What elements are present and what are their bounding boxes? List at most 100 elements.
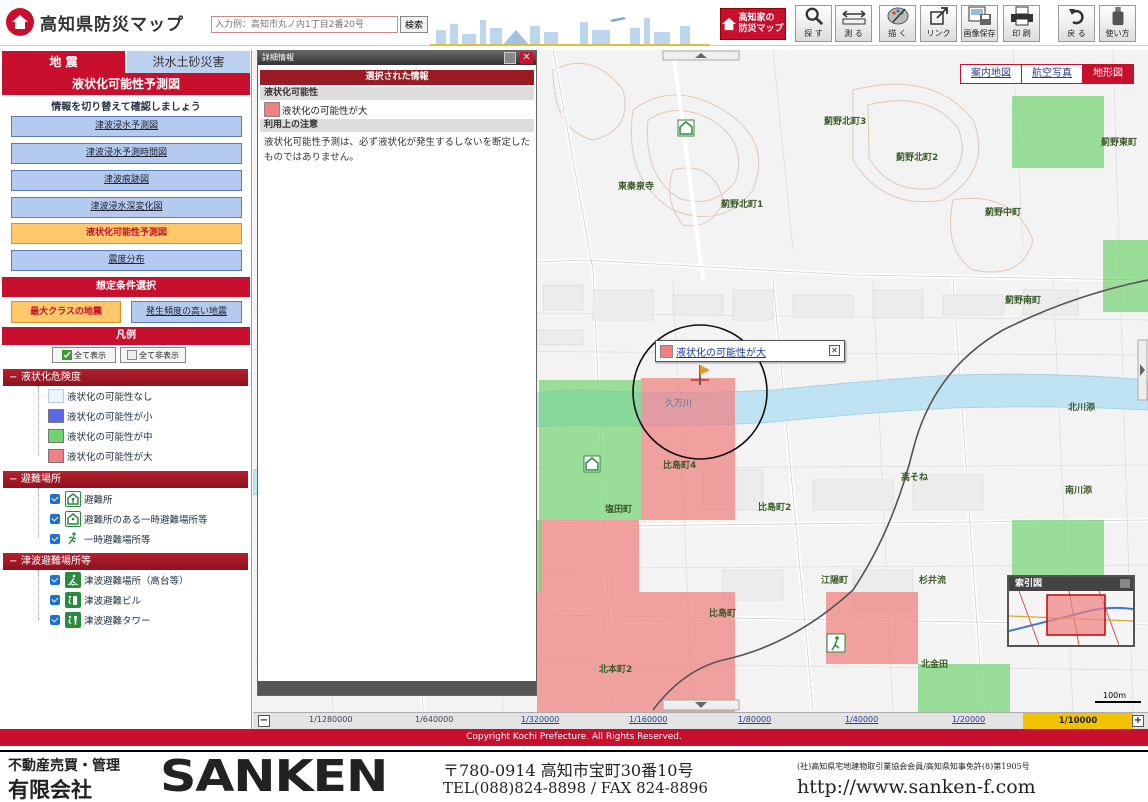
detail-window-title: 詳細情報 xyxy=(262,53,294,62)
selected-info-header: 選択された情報 xyxy=(260,70,534,85)
map-type-terrain[interactable]: 地形図 xyxy=(1082,65,1133,83)
map-button-tsunami-trace[interactable]: 津波痕跡図 xyxy=(11,170,242,191)
layer-checkbox[interactable] xyxy=(50,595,60,605)
detail-footer xyxy=(258,681,536,695)
layer-tsunami-high-ground[interactable]: 津波避難場所（高台等） xyxy=(50,571,189,589)
tool-label: 描 く xyxy=(888,29,907,38)
collapse-icon[interactable]: − xyxy=(9,553,17,570)
layer-checkbox[interactable] xyxy=(50,615,60,625)
layer-label: 津波避難タワー xyxy=(84,616,151,627)
tool-label: 探 す xyxy=(804,29,823,38)
usage-note-label: 利用上の注意 xyxy=(260,119,534,132)
legend-group-shelters[interactable]: − 避難場所 xyxy=(3,471,248,488)
condition-high-frequency-button[interactable]: 発生頻度の高い地震 xyxy=(131,301,242,323)
collapse-icon[interactable]: − xyxy=(9,369,17,386)
draw-tool-button[interactable]: 描 く xyxy=(879,5,916,42)
place-name: 比島町 xyxy=(709,607,736,619)
search-button[interactable]: 検索 xyxy=(400,16,428,33)
place-name: 薊野北町2 xyxy=(895,151,938,163)
app-logo[interactable]: 高知県防災マップ xyxy=(6,8,184,36)
ruler-icon xyxy=(842,10,865,25)
layer-temporary-area[interactable]: 一時避難場所等 xyxy=(50,530,151,548)
legend-group-tsunami[interactable]: − 津波避難場所等 xyxy=(3,553,248,570)
scale-1-160000[interactable]: 1/160000 xyxy=(629,715,667,724)
layer-checkbox[interactable] xyxy=(50,494,60,504)
show-all-button[interactable]: 全て表示 xyxy=(52,347,116,363)
app-header: 高知県防災マップ 検索 高知家の防災マップ 探 す 測 る 描 く リンク xyxy=(0,0,1148,46)
swatch-high xyxy=(48,449,64,463)
scale-1-40000[interactable]: 1/40000 xyxy=(845,715,878,724)
map-button-tsunami-inundation[interactable]: 津波浸水予測図 xyxy=(11,116,242,137)
place-name: 薊野東町 xyxy=(1100,136,1137,148)
overview-viewport[interactable] xyxy=(1046,594,1106,636)
shelter-temporary-icon xyxy=(65,511,81,527)
hide-all-button[interactable]: 全て非表示 xyxy=(120,347,186,363)
group-title: 津波避難場所等 xyxy=(21,556,91,567)
layer-label: 一時避難場所等 xyxy=(84,535,151,546)
overview-title: 索引図 xyxy=(1015,579,1043,589)
map-type-aerial[interactable]: 航空写真 xyxy=(1021,65,1082,83)
condition-max-class-button[interactable]: 最大クラスの地震 xyxy=(11,301,121,323)
empty-box-icon xyxy=(127,350,137,360)
layer-tsunami-building[interactable]: 津波避難ビル xyxy=(50,591,141,609)
overview-canvas[interactable] xyxy=(1008,590,1134,646)
legend-label: 液状化の可能性が中 xyxy=(67,432,153,443)
layer-checkbox[interactable] xyxy=(50,514,60,524)
zoom-in-button[interactable]: + xyxy=(1132,715,1144,727)
map-type-guide[interactable]: 案内地図 xyxy=(961,65,1021,83)
search-tool-button[interactable]: 探 す xyxy=(795,5,832,42)
scale-1-1280000[interactable]: 1/1280000 xyxy=(309,715,352,724)
map-evacuation-runner-icon[interactable] xyxy=(826,633,846,653)
measure-tool-button[interactable]: 測 る xyxy=(835,5,872,42)
layer-shelter[interactable]: 避難所 xyxy=(50,490,113,508)
minimize-icon[interactable] xyxy=(1120,579,1130,588)
layer-checkbox[interactable] xyxy=(50,575,60,585)
map-button-tsunami-time[interactable]: 津波浸水予測時間図 xyxy=(11,143,242,164)
tab-earthquake[interactable]: 地 震 xyxy=(2,51,125,73)
evacuation-runner-icon xyxy=(65,531,81,547)
minimize-icon[interactable] xyxy=(504,52,516,64)
ad-license: (社)高知県宅地建物取引業協会会員/高知県知事免許(8)第1905号 xyxy=(797,762,1030,771)
map-button-liquefaction[interactable]: 液状化可能性予測図 xyxy=(11,223,242,244)
scale-1-320000[interactable]: 1/320000 xyxy=(521,715,559,724)
map-shelter-icon[interactable] xyxy=(583,455,601,473)
overview-title-bar: 索引図 xyxy=(1009,577,1133,591)
save-image-tool-button[interactable]: 画像保存 xyxy=(961,5,998,42)
zoom-out-button[interactable]: − xyxy=(258,715,270,727)
layer-checkbox[interactable] xyxy=(50,534,60,544)
palette-icon xyxy=(887,7,908,25)
overview-map[interactable]: 索引図 xyxy=(1007,575,1135,647)
place-name: 薊野中町 xyxy=(984,206,1021,218)
feature-popup[interactable]: 液状化の可能性が大 ✕ xyxy=(655,340,845,362)
home-disaster-map-button[interactable]: 高知家の 防災マップ xyxy=(720,8,786,40)
close-icon[interactable]: ✕ xyxy=(829,345,840,356)
scale-1-80000[interactable]: 1/80000 xyxy=(738,715,771,724)
link-tool-button[interactable]: リンク xyxy=(920,5,957,42)
layer-tsunami-tower[interactable]: 津波避難タワー xyxy=(50,611,151,629)
home-map-line2: 防災マップ xyxy=(738,24,784,34)
scale-current[interactable]: 1/10000 xyxy=(1023,713,1133,730)
place-name: 北川添 xyxy=(1068,401,1096,413)
liquefaction-value-row: 液状化の可能性が大 xyxy=(264,102,530,117)
legend-label: 液状化の可能性なし xyxy=(67,392,153,403)
print-tool-button[interactable]: 印 刷 xyxy=(1003,5,1040,42)
map-shelter-icon[interactable] xyxy=(677,119,695,137)
back-tool-button[interactable]: 戻 る xyxy=(1058,5,1095,42)
close-icon[interactable]: ✕ xyxy=(520,52,533,64)
popup-link[interactable]: 液状化の可能性が大 xyxy=(676,344,766,359)
home-logo-icon xyxy=(6,8,34,36)
ad-url[interactable]: http://www.sanken-f.com xyxy=(797,776,1036,798)
detail-info-window: 詳細情報 ✕ 選択された情報 液状化可能性 液状化の可能性が大 利用上の注意 液… xyxy=(257,50,537,696)
collapse-icon[interactable]: − xyxy=(9,471,17,488)
layer-shelter-temporary[interactable]: 避難所のある一時避難場所等 xyxy=(50,510,208,528)
scale-1-640000[interactable]: 1/640000 xyxy=(415,715,453,724)
detail-titlebar[interactable]: 詳細情報 ✕ xyxy=(258,51,536,65)
advertisement-banner[interactable]: 不動産売買・管理 有限会社 SANKEN 〒780-0914 高知市宝町30番1… xyxy=(0,750,1148,802)
tab-flood-landslide[interactable]: 洪水土砂災害 xyxy=(127,51,250,73)
map-button-tsunami-depth-change[interactable]: 津波浸水深変化図 xyxy=(11,197,242,218)
scale-1-20000[interactable]: 1/20000 xyxy=(952,715,985,724)
address-search-input[interactable] xyxy=(211,16,398,33)
legend-group-liquefaction[interactable]: − 液状化危険度 xyxy=(3,369,248,386)
help-tool-button[interactable]: 使い方 xyxy=(1099,5,1136,42)
map-button-seismic-intensity[interactable]: 震度分布 xyxy=(11,250,242,271)
